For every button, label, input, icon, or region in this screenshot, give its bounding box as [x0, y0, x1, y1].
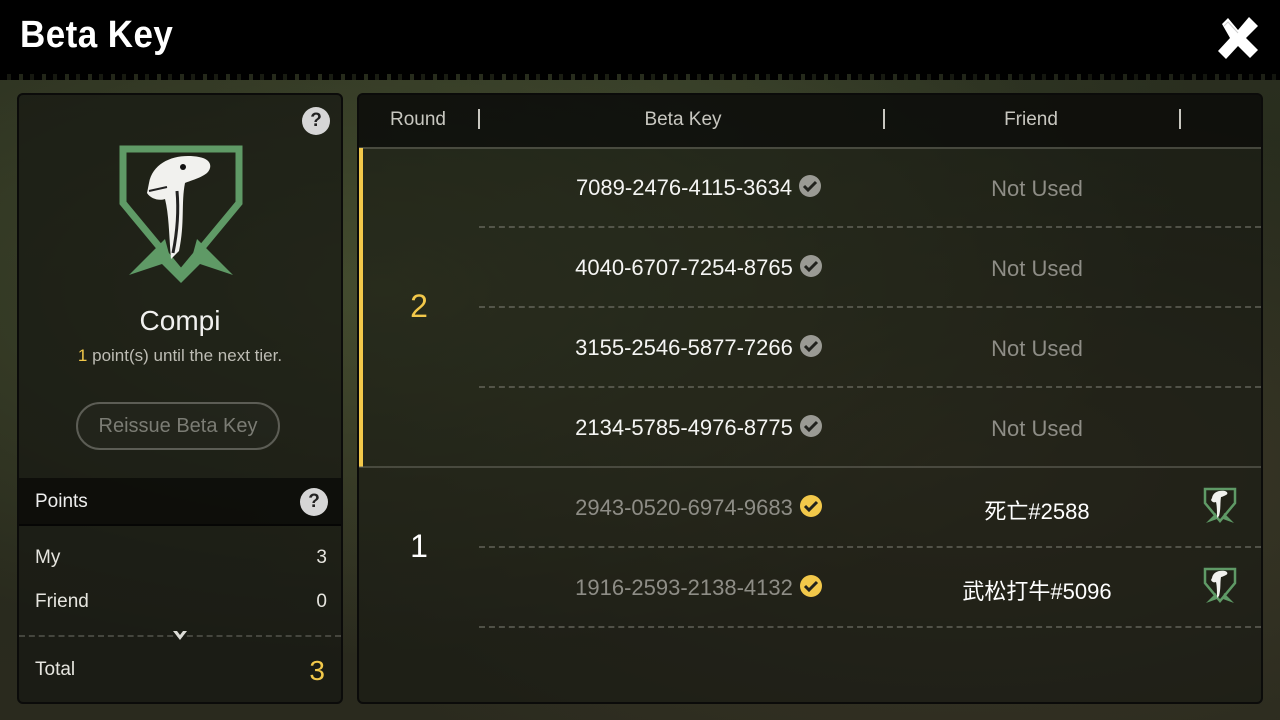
- beta-key-row: 3155-2546-5877-7266: [499, 334, 899, 361]
- check-circle-icon: [799, 255, 822, 277]
- row-divider: [479, 226, 1261, 228]
- beta-key-value: 1916-2593-2138-4132: [575, 575, 793, 600]
- beta-key-row: 7089-2476-4115-3634: [499, 174, 899, 201]
- column-header-friend: Friend: [1004, 109, 1058, 130]
- friend-status: Not Used: [991, 416, 1083, 441]
- check-circle-icon: [799, 575, 822, 597]
- row-divider: [479, 306, 1261, 308]
- points-needed: 1: [77, 346, 88, 365]
- tier-panel: ? Compi 1 point(s) until the next tier. …: [17, 93, 343, 704]
- check-circle-icon: [799, 415, 822, 437]
- points-total-label: Total: [35, 659, 76, 680]
- title-bar: Beta Key: [0, 0, 1280, 80]
- round-number: 2: [410, 288, 428, 324]
- reissue-beta-key-button[interactable]: Reissue Beta Key: [76, 402, 280, 450]
- question-icon: ?: [308, 491, 320, 512]
- tier-help-button[interactable]: ?: [302, 107, 330, 135]
- close-button[interactable]: [1214, 14, 1262, 62]
- points-my-value: 3: [316, 547, 327, 568]
- friend-status: Not Used: [991, 336, 1083, 361]
- friend-name: 死亡#2588: [984, 499, 1090, 524]
- row-divider: [479, 626, 1261, 628]
- close-x-icon: [1218, 17, 1258, 59]
- friend-status: Not Used: [991, 256, 1083, 281]
- check-circle-icon: [799, 175, 822, 197]
- round-divider: [359, 466, 1261, 468]
- friend-tier-badge-icon: [1203, 487, 1237, 523]
- header-divider: [359, 147, 1261, 149]
- beta-key-row: 4040-6707-7254-8765: [499, 254, 899, 281]
- points-header-label: Points: [35, 491, 88, 512]
- next-tier-text: point(s) until the next tier.: [92, 346, 283, 365]
- tier-name: Compi: [139, 305, 221, 336]
- row-divider: [479, 546, 1261, 548]
- beta-key-value[interactable]: 4040-6707-7254-8765: [575, 255, 793, 280]
- friend-status: Not Used: [991, 176, 1083, 201]
- points-row-friend: Friend 0: [35, 591, 327, 613]
- row-divider: [479, 386, 1261, 388]
- window-title: Beta Key: [20, 14, 174, 56]
- round-number: 1: [410, 528, 428, 564]
- beta-key-row: 2943-0520-6974-9683: [499, 494, 899, 521]
- check-circle-icon: [799, 335, 822, 357]
- beta-key-value: 2943-0520-6974-9683: [575, 495, 793, 520]
- beta-key-value[interactable]: 3155-2546-5877-7266: [575, 335, 793, 360]
- column-separator: [478, 109, 480, 129]
- column-header-beta-key: Beta Key: [644, 109, 722, 130]
- points-friend-label: Friend: [35, 591, 89, 612]
- points-total-value: 3: [309, 655, 325, 686]
- beta-key-value[interactable]: 2134-5785-4976-8775: [575, 415, 793, 440]
- table-header: Round Beta Key Friend: [359, 95, 1261, 147]
- chevron-down-icon[interactable]: [172, 630, 188, 642]
- beta-key-table: Round Beta Key Friend 2 7089-2476-4115-3…: [357, 93, 1263, 704]
- check-circle-icon: [799, 495, 822, 517]
- beta-key-value[interactable]: 7089-2476-4115-3634: [576, 175, 792, 200]
- points-my-label: My: [35, 547, 61, 568]
- points-row-my: My 3: [35, 547, 327, 569]
- points-friend-value: 0: [316, 591, 327, 612]
- column-separator: [1179, 109, 1181, 129]
- friend-tier-badge-icon: [1203, 567, 1237, 603]
- beta-key-row: 2134-5785-4976-8775: [499, 414, 899, 441]
- points-header: Points ?: [19, 478, 341, 526]
- column-header-round: Round: [390, 109, 446, 130]
- beta-key-row: 1916-2593-2138-4132: [499, 574, 899, 601]
- dino-head-shield-icon: [119, 145, 243, 283]
- friend-name: 武松打牛#5096: [962, 579, 1112, 604]
- question-icon: ?: [310, 110, 322, 131]
- tier-progress-text: 1 point(s) until the next tier.: [19, 346, 341, 366]
- column-separator: [883, 109, 885, 129]
- points-help-button[interactable]: ?: [300, 488, 328, 516]
